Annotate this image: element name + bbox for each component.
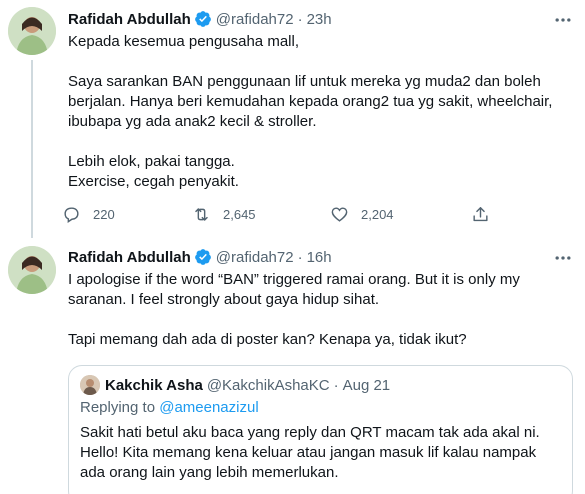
text-line: Exercise, cegah penyakit.: [68, 173, 239, 190]
avatar[interactable]: [8, 246, 56, 294]
quoted-tweet[interactable]: Kakchik Asha @KakchikAshaKC · Aug 21 Rep…: [68, 365, 573, 494]
retweet-icon: [195, 207, 208, 221]
author-name[interactable]: Rafidah Abdullah: [68, 249, 191, 266]
more-horizontal-icon[interactable]: [553, 248, 573, 268]
quoted-date: Aug 21: [342, 376, 391, 394]
replying-to-mention[interactable]: @ameenazizul: [159, 399, 258, 416]
timestamp[interactable]: 16h: [307, 249, 332, 266]
retweet-count: 2,645: [223, 206, 256, 222]
quoted-author-handle: @KakchikAshaKC: [206, 376, 330, 394]
thread-line: [31, 60, 33, 238]
tweet-header: Rafidah Abdullah @rafidah72 · 23h: [68, 8, 332, 30]
text-line: ada orang lain yang lebih memerlukan.: [80, 464, 339, 481]
author-name[interactable]: Rafidah Abdullah: [68, 11, 191, 28]
text-line: Sakit hati betul aku baca yang reply dan…: [80, 424, 540, 441]
text-line: berjalan. Hanya beri kemudahan kepada or…: [68, 93, 553, 110]
text-line: I apologise if the word “BAN” triggered …: [68, 271, 520, 288]
text-line: Kepada kesemua pengusaha mall,: [68, 33, 299, 50]
like-icon: [331, 206, 348, 222]
tweet-text: I apologise if the word “BAN” triggered …: [68, 270, 573, 350]
tweet-paragraph: Lebih elok, pakai tangga. Exercise, cega…: [68, 152, 573, 192]
separator-dot: ·: [297, 248, 303, 266]
share-button[interactable]: [471, 200, 502, 228]
text-line: ibubapa yg ada anak2 kecil & stroller.: [68, 113, 317, 130]
quoted-author-name: Kakchik Asha: [105, 376, 203, 394]
quoted-avatar: [80, 375, 100, 395]
separator-dot: ·: [333, 376, 339, 394]
replying-to: Replying to @ameenazizul: [80, 399, 259, 416]
text-line: saranan. I feel strongly about gaya hidu…: [68, 291, 380, 308]
avatar[interactable]: [8, 7, 56, 55]
text-line: Tapi memang dah ada di poster kan? Kenap…: [68, 331, 467, 348]
like-button[interactable]: 2,204: [330, 200, 394, 228]
quoted-tweet-text: Sakit hati betul aku baca yang reply dan…: [80, 423, 565, 483]
tweet-paragraph: Tapi memang dah ada di poster kan? Kenap…: [68, 330, 573, 350]
separator-dot: ·: [297, 10, 303, 28]
author-handle[interactable]: @rafidah72: [216, 249, 294, 266]
tweet[interactable]: Rafidah Abdullah @rafidah72 · 16h I apol…: [0, 238, 585, 494]
reply-button[interactable]: 220: [62, 200, 115, 228]
more-horizontal-icon[interactable]: [553, 10, 573, 30]
reply-icon: [64, 206, 79, 223]
verified-badge-icon: [194, 249, 211, 265]
tweet-text: Kepada kesemua pengusaha mall, Saya sara…: [68, 32, 573, 192]
share-icon: [473, 206, 488, 221]
retweet-button[interactable]: 2,645: [192, 200, 256, 228]
text-line: Hello! Kita memang kena keluar atau jang…: [80, 444, 537, 461]
verified-badge-icon: [194, 11, 211, 27]
tweet-paragraph: I apologise if the word “BAN” triggered …: [68, 270, 573, 310]
timestamp[interactable]: 23h: [307, 11, 332, 28]
reply-count: 220: [93, 206, 115, 222]
text-line: Lebih elok, pakai tangga.: [68, 153, 235, 170]
author-handle[interactable]: @rafidah72: [216, 11, 294, 28]
text-line: Saya sarankan BAN penggunaan lif untuk m…: [68, 73, 541, 90]
tweet-header: Rafidah Abdullah @rafidah72 · 16h: [68, 246, 332, 268]
replying-to-prefix: Replying to: [80, 399, 156, 416]
tweet-paragraph: Saya sarankan BAN penggunaan lif untuk m…: [68, 72, 573, 132]
like-count: 2,204: [361, 206, 394, 222]
quoted-tweet-header: Kakchik Asha @KakchikAshaKC · Aug 21: [80, 375, 390, 395]
tweet-paragraph: Kepada kesemua pengusaha mall,: [68, 32, 573, 52]
tweet-actions: 220 2,645 2,204: [62, 200, 502, 228]
tweet[interactable]: Rafidah Abdullah @rafidah72 · 23h Kepada…: [0, 0, 585, 238]
